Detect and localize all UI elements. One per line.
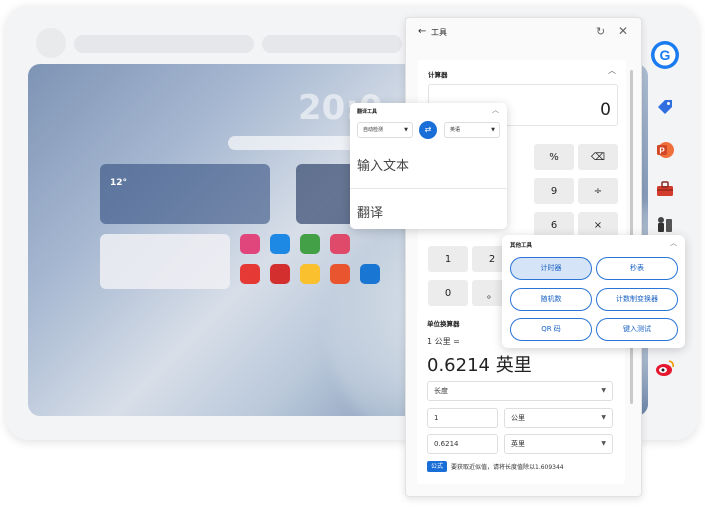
unit-converter-title: 单位换算器: [427, 320, 460, 328]
stopwatch-button[interactable]: 秒表: [596, 257, 678, 280]
key-percent[interactable]: %: [534, 144, 574, 170]
back-arrow-icon[interactable]: ←: [418, 26, 426, 37]
tools-panel-header: ← 工具 ↻ ✕: [406, 18, 641, 48]
svg-text:P: P: [659, 147, 665, 156]
refresh-icon[interactable]: ↻: [596, 25, 605, 38]
other-tools-popup: 其他工具 ︿ 计时器 秒表 随机数 计数制变换器 QR 码 键入测试: [502, 235, 685, 348]
rest-widget: [100, 234, 230, 289]
weibo-icon[interactable]: [646, 353, 684, 383]
chevron-up-icon[interactable]: ︿: [670, 238, 677, 248]
key-backspace[interactable]: ⌫: [578, 144, 618, 170]
unit-category-select[interactable]: 长度 ▼: [427, 381, 613, 401]
app-icon: [270, 234, 290, 254]
translate-output: 翻译: [357, 206, 384, 221]
translate-popup: 翻译工具 ︿ 自动检测 ▼ ⇄ 英语 ▼ 输入文本 翻译: [350, 103, 507, 229]
powerpoint-icon[interactable]: P: [646, 135, 684, 165]
target-language-select[interactable]: 英语 ▼: [444, 122, 500, 138]
svg-text:G: G: [660, 47, 671, 63]
to-unit-select[interactable]: 英里 ▼: [504, 434, 613, 454]
app-icon: [330, 234, 350, 254]
app-icon: [270, 264, 290, 284]
toolbox-icon[interactable]: [646, 174, 684, 204]
unit-converter-input-line: 1 公里 =: [427, 337, 460, 346]
unit-converter-result: 0.6214 英里: [427, 355, 532, 376]
source-language-value: 自动检测: [363, 127, 384, 133]
key-divide[interactable]: ÷: [578, 178, 618, 204]
divider: [350, 188, 507, 189]
app-icon: [330, 264, 350, 284]
browser-avatar[interactable]: [36, 28, 66, 58]
timer-button[interactable]: 计时器: [510, 257, 592, 280]
app-icon: [360, 264, 380, 284]
target-language-value: 英语: [450, 127, 461, 133]
tag-icon[interactable]: [646, 92, 684, 122]
chevron-down-icon: ▼: [491, 127, 495, 133]
unit-category-value: 长度: [434, 387, 448, 395]
from-unit-value: 公里: [511, 414, 525, 422]
chevron-down-icon: ▼: [601, 414, 606, 421]
app-icon: [300, 234, 320, 254]
app-icon: [240, 234, 260, 254]
browser-tab-bar[interactable]: [74, 35, 254, 53]
browser-logo-icon[interactable]: G: [646, 40, 684, 70]
other-tools-title: 其他工具: [510, 243, 533, 249]
app-icon: [300, 264, 320, 284]
chevron-down-icon: ▼: [404, 127, 408, 133]
to-unit-value: 英里: [511, 440, 525, 448]
weather-temp: 12°: [110, 178, 128, 188]
chevron-down-icon: ▼: [601, 440, 606, 447]
translate-input[interactable]: 输入文本: [357, 155, 409, 174]
weather-widget: 12°: [100, 164, 270, 224]
key-1[interactable]: 1: [428, 246, 468, 272]
key-9[interactable]: 9: [534, 178, 574, 204]
app-icon: [240, 264, 260, 284]
qr-code-button[interactable]: QR 码: [510, 318, 592, 341]
formula-text: 要获取近似值，请将长度值除以1.609344: [451, 464, 564, 471]
calculator-display-value: 0: [600, 100, 611, 120]
translate-title: 翻译工具: [357, 109, 378, 115]
from-unit-select[interactable]: 公里 ▼: [504, 408, 613, 428]
swap-languages-icon[interactable]: ⇄: [419, 121, 437, 139]
chevron-down-icon: ▼: [601, 387, 606, 394]
base-converter-button[interactable]: 计数制变换器: [596, 288, 678, 311]
formula-badge: 公式: [427, 461, 447, 472]
source-language-select[interactable]: 自动检测 ▼: [357, 122, 413, 138]
close-icon[interactable]: ✕: [618, 24, 628, 38]
calculator-title: 计算器: [428, 71, 448, 79]
chevron-up-icon[interactable]: ︿: [492, 105, 499, 115]
typing-test-button[interactable]: 键入测试: [596, 318, 678, 341]
chevron-up-icon[interactable]: ︿: [608, 65, 616, 76]
browser-address-bar[interactable]: [262, 35, 402, 53]
key-0[interactable]: 0: [428, 280, 468, 306]
random-number-button[interactable]: 随机数: [510, 288, 592, 311]
to-value-input[interactable]: 0.6214: [427, 434, 498, 454]
from-value-input[interactable]: 1: [427, 408, 498, 428]
tools-panel-title: 工具: [431, 28, 447, 37]
